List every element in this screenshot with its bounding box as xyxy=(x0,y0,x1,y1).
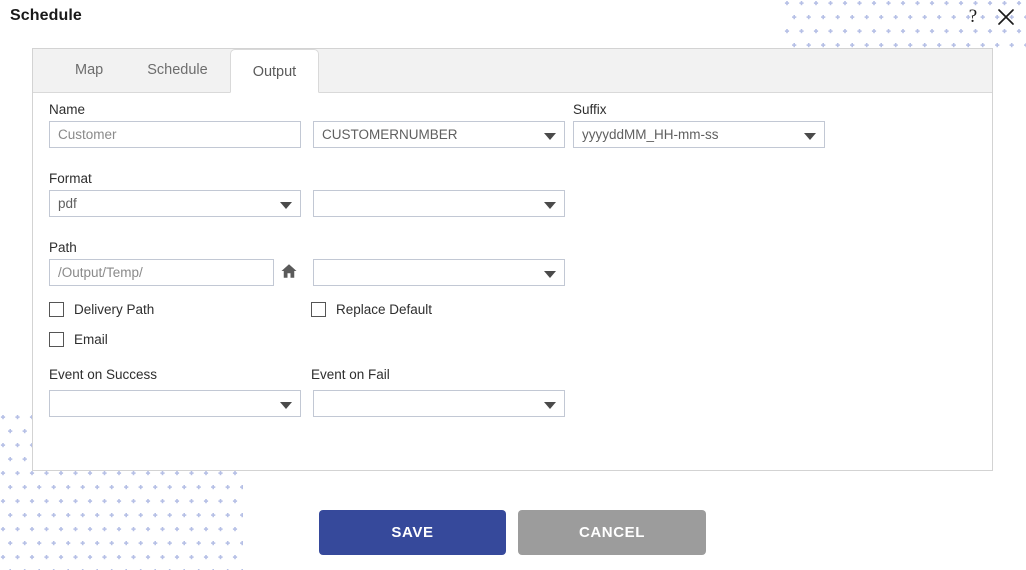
name-label: Name xyxy=(49,102,86,117)
checkbox-replace-default[interactable]: Replace Default xyxy=(311,302,432,317)
format-secondary-select[interactable] xyxy=(313,190,565,217)
event-on-fail-select[interactable] xyxy=(313,390,565,417)
page-title: Schedule xyxy=(10,7,82,24)
close-icon[interactable] xyxy=(994,5,1018,29)
cancel-button[interactable]: CANCEL xyxy=(518,510,706,555)
event-on-fail-label: Event on Fail xyxy=(311,367,390,382)
format-value: pdf xyxy=(58,196,77,211)
path-secondary-select[interactable] xyxy=(313,259,565,286)
name-input[interactable] xyxy=(49,121,301,148)
tab-output[interactable]: Output xyxy=(229,49,320,93)
checkbox-label: Delivery Path xyxy=(74,302,155,317)
checkbox-box[interactable] xyxy=(311,302,326,317)
output-panel: Map Schedule Output Name CUSTOMERNUMBER … xyxy=(32,48,993,471)
format-label: Format xyxy=(49,171,92,186)
tab-bar: Map Schedule Output xyxy=(33,49,992,93)
checkbox-delivery-path[interactable]: Delivery Path xyxy=(49,302,154,317)
chevron-down-icon xyxy=(544,401,556,409)
suffix-label: Suffix xyxy=(573,102,607,117)
chevron-down-icon xyxy=(804,132,816,140)
checkbox-email[interactable]: Email xyxy=(49,332,108,347)
dot-pattern-tile xyxy=(784,0,1026,48)
question-mark-icon[interactable]: ? xyxy=(961,5,985,29)
checkbox-label: Replace Default xyxy=(336,302,433,317)
save-button[interactable]: SAVE xyxy=(319,510,506,555)
home-icon[interactable] xyxy=(280,262,298,280)
event-on-success-label: Event on Success xyxy=(49,367,158,382)
output-form: Name CUSTOMERNUMBER Suffix yyyyddMM_HH-m… xyxy=(33,93,992,470)
name-token-value: CUSTOMERNUMBER xyxy=(322,127,458,142)
checkbox-box[interactable] xyxy=(49,332,64,347)
dot-pattern-top-right xyxy=(784,0,1026,48)
suffix-select[interactable]: yyyyddMM_HH-mm-ss xyxy=(573,121,825,148)
format-select[interactable]: pdf xyxy=(49,190,301,217)
chevron-down-icon xyxy=(280,401,292,409)
checkbox-box[interactable] xyxy=(49,302,64,317)
path-input[interactable] xyxy=(49,259,274,286)
path-label: Path xyxy=(49,240,77,255)
chevron-down-icon xyxy=(544,201,556,209)
tab-schedule[interactable]: Schedule xyxy=(125,49,229,92)
chevron-down-icon xyxy=(544,270,556,278)
event-on-success-select[interactable] xyxy=(49,390,301,417)
checkbox-label: Email xyxy=(74,332,108,347)
suffix-value: yyyyddMM_HH-mm-ss xyxy=(582,127,719,142)
name-token-select[interactable]: CUSTOMERNUMBER xyxy=(313,121,565,148)
tab-map[interactable]: Map xyxy=(53,49,125,92)
chevron-down-icon xyxy=(280,201,292,209)
chevron-down-icon xyxy=(544,132,556,140)
